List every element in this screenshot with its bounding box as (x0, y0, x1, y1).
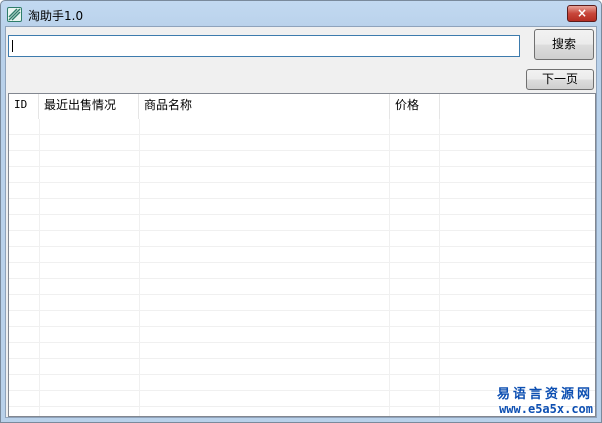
watermark-site-name: 易语言资源网 (496, 387, 593, 402)
empty-row (9, 119, 595, 135)
empty-row (9, 263, 595, 279)
main-window: 淘助手1.0 × 搜索 下一页 ID 最近出售情况 商品名称 价格 易语言资源网 (0, 0, 602, 423)
empty-row (9, 295, 595, 311)
empty-row (9, 359, 595, 375)
empty-row (9, 231, 595, 247)
empty-row (9, 343, 595, 359)
search-button[interactable]: 搜索 (534, 29, 594, 60)
empty-row (9, 215, 595, 231)
empty-row (9, 327, 595, 343)
app-icon (7, 7, 22, 22)
close-icon: × (576, 6, 588, 20)
list-rows (9, 119, 595, 407)
list-header: ID 最近出售情况 商品名称 价格 (9, 94, 595, 119)
empty-row (9, 183, 595, 199)
watermark-url: www.e5a5x.com (499, 402, 593, 416)
empty-row (9, 247, 595, 263)
close-button[interactable]: × (567, 5, 597, 22)
column-header-recent-sales[interactable]: 最近出售情况 (39, 94, 139, 119)
client-area: 搜索 下一页 ID 最近出售情况 商品名称 价格 (5, 26, 597, 418)
column-header-product-name[interactable]: 商品名称 (139, 94, 390, 119)
next-page-button[interactable]: 下一页 (526, 69, 594, 90)
empty-row (9, 279, 595, 295)
empty-row (9, 199, 595, 215)
empty-row (9, 167, 595, 183)
empty-row (9, 151, 595, 167)
column-header-price[interactable]: 价格 (390, 94, 440, 119)
empty-row (9, 311, 595, 327)
watermark: 易语言资源网 www.e5a5x.com (497, 387, 593, 416)
text-caret (12, 40, 13, 52)
search-input[interactable] (8, 35, 520, 57)
empty-row (9, 135, 595, 151)
results-list[interactable]: ID 最近出售情况 商品名称 价格 (8, 93, 596, 417)
window-title: 淘助手1.0 (28, 9, 84, 23)
column-header-id[interactable]: ID (9, 94, 39, 119)
